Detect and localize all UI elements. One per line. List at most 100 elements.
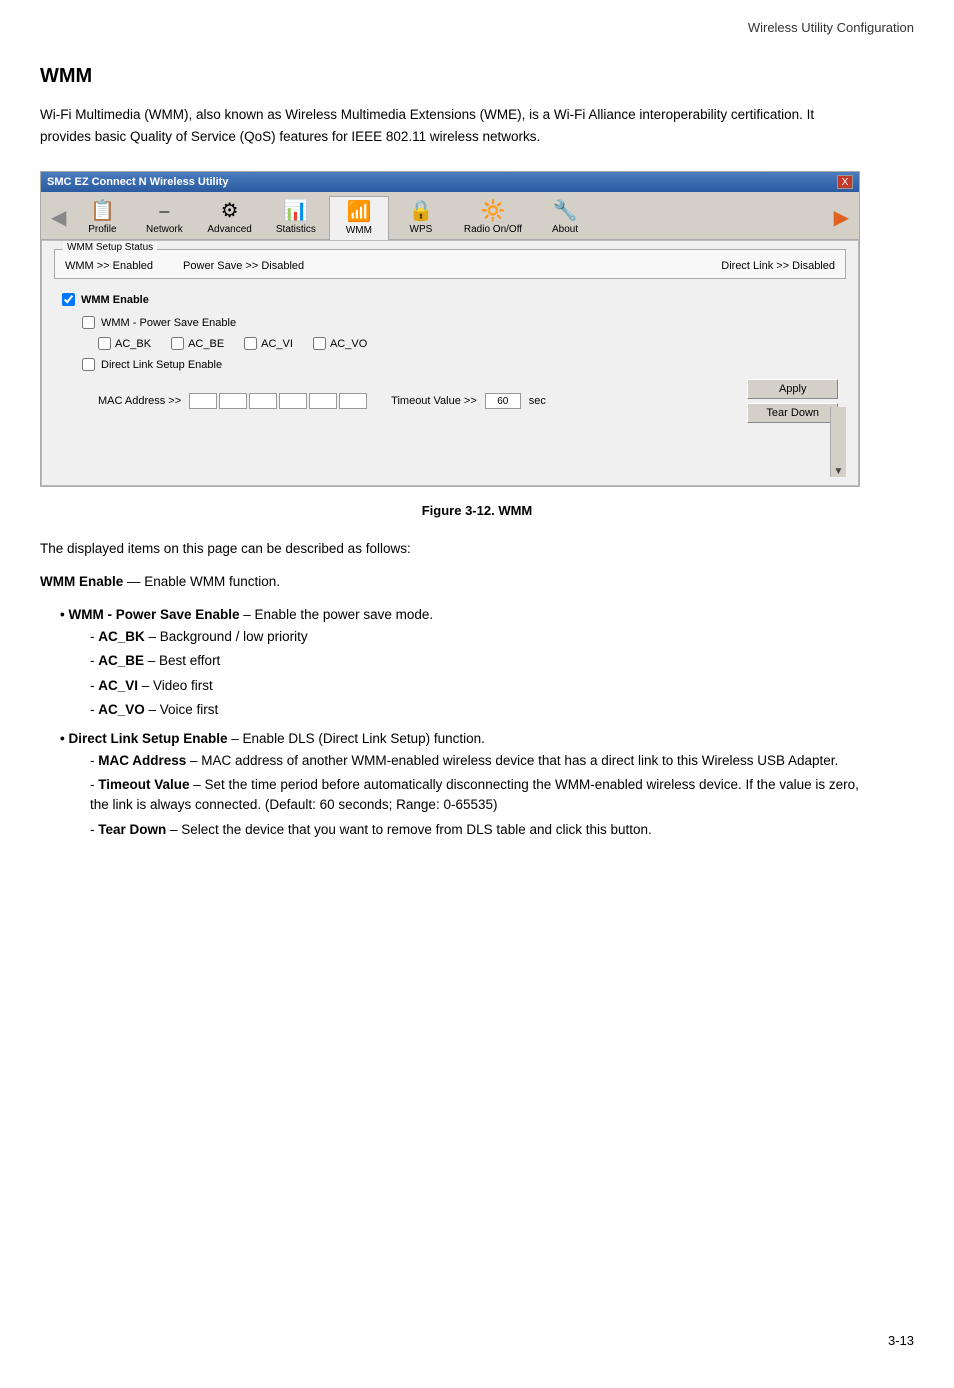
bullet-item-1: Direct Link Setup Enable – Enable DLS (D… bbox=[60, 728, 860, 840]
tab-wmm-label: WMM bbox=[346, 225, 372, 236]
mac-field-3[interactable] bbox=[249, 393, 277, 409]
mac-fields bbox=[189, 393, 367, 409]
tab-advanced-label: Advanced bbox=[207, 224, 251, 235]
status-group-title: WMM Setup Status bbox=[63, 242, 157, 253]
bullet-1-title: Direct Link Setup Enable bbox=[68, 731, 227, 746]
sub-0-1-desc: – Best effort bbox=[144, 653, 220, 668]
statistics-icon: 📊 bbox=[283, 201, 308, 221]
tab-about-label: About bbox=[552, 224, 578, 235]
tab-radio-label: Radio On/Off bbox=[464, 224, 522, 235]
radio-icon: 🔆 bbox=[481, 201, 506, 221]
wmm-enable-checkbox[interactable] bbox=[62, 293, 75, 306]
sub-0-1-title: AC_BE bbox=[98, 653, 144, 668]
direct-link-checkbox[interactable] bbox=[82, 358, 95, 371]
tab-wps-label: WPS bbox=[410, 224, 433, 235]
wmm-power-save-row: WMM - Power Save Enable bbox=[82, 316, 838, 329]
mac-field-1[interactable] bbox=[189, 393, 217, 409]
section-title: WMM bbox=[40, 65, 914, 88]
timeout-unit: sec bbox=[529, 395, 546, 407]
wmm-power-save-label: WMM - Power Save Enable bbox=[101, 317, 236, 329]
sub-1-1-desc: – Set the time period before automatical… bbox=[90, 777, 859, 812]
ac-bk-checkbox[interactable] bbox=[98, 337, 111, 350]
content-area: WMM Setup Status WMM >> Enabled Power Sa… bbox=[41, 240, 859, 486]
ac-vo-label: AC_VO bbox=[330, 338, 367, 350]
close-button[interactable]: X bbox=[837, 175, 853, 189]
wmm-enable-title: WMM Enable bbox=[40, 574, 123, 589]
sub-0-0-title: AC_BK bbox=[98, 629, 145, 644]
tab-profile[interactable]: 📋 Profile bbox=[72, 196, 132, 239]
figure-caption: Figure 3-12. WMM bbox=[40, 503, 914, 518]
sub-0-3-title: AC_VO bbox=[98, 702, 145, 717]
teardown-button[interactable]: Tear Down bbox=[747, 403, 838, 423]
profile-icon: 📋 bbox=[90, 201, 115, 221]
direct-link-status: Direct Link >> Disabled bbox=[721, 260, 835, 272]
apply-button[interactable]: Apply bbox=[747, 379, 838, 399]
ac-vo-checkbox[interactable] bbox=[313, 337, 326, 350]
tab-statistics-label: Statistics bbox=[276, 224, 316, 235]
advanced-icon: ⚙ bbox=[221, 201, 239, 221]
direct-link-row: Direct Link Setup Enable bbox=[82, 358, 838, 371]
mac-field-5[interactable] bbox=[309, 393, 337, 409]
wps-icon: 🔒 bbox=[408, 201, 433, 221]
displayed-items-text: The displayed items on this page can be … bbox=[40, 538, 860, 561]
wmm-status: WMM >> Enabled bbox=[65, 260, 153, 272]
app-titlebar: SMC EZ Connect N Wireless Utility X bbox=[41, 172, 859, 192]
ac-be-checkbox[interactable] bbox=[171, 337, 184, 350]
wmm-enable-desc: WMM Enable — Enable WMM function. bbox=[40, 571, 860, 594]
mac-field-4[interactable] bbox=[279, 393, 307, 409]
mac-field-6[interactable] bbox=[339, 393, 367, 409]
ac-be-label: AC_BE bbox=[188, 338, 224, 350]
ac-vo-item: AC_VO bbox=[313, 337, 367, 350]
tab-wps[interactable]: 🔒 WPS bbox=[391, 196, 451, 239]
ac-row: AC_BK AC_BE AC_VI AC_VO bbox=[98, 337, 838, 350]
header-title: Wireless Utility Configuration bbox=[748, 20, 914, 35]
network-icon: ⎯ bbox=[159, 201, 169, 221]
back-button[interactable]: ◀ bbox=[45, 196, 72, 239]
status-row: WMM >> Enabled Power Save >> Disabled Di… bbox=[65, 260, 835, 272]
wmm-power-save-checkbox[interactable] bbox=[82, 316, 95, 329]
wmm-enable-desc-text: — Enable WMM function. bbox=[127, 574, 280, 589]
about-icon: 🔧 bbox=[553, 201, 578, 221]
sub-0-0: AC_BK – Background / low priority bbox=[90, 627, 860, 647]
tab-network[interactable]: ⎯ Network bbox=[134, 196, 194, 239]
page-number: 3-13 bbox=[888, 1333, 914, 1348]
tab-wmm[interactable]: 📶 WMM bbox=[329, 196, 389, 240]
timeout-label: Timeout Value >> bbox=[391, 395, 477, 407]
ac-vi-checkbox[interactable] bbox=[244, 337, 257, 350]
sub-1-0-title: MAC Address bbox=[98, 753, 186, 768]
sub-1-2-desc: – Select the device that you want to rem… bbox=[166, 822, 652, 837]
ac-bk-item: AC_BK bbox=[98, 337, 151, 350]
ac-bk-label: AC_BK bbox=[115, 338, 151, 350]
sub-1-2: Tear Down – Select the device that you w… bbox=[90, 820, 860, 840]
sub-0-0-desc: – Background / low priority bbox=[145, 629, 308, 644]
tab-statistics[interactable]: 📊 Statistics bbox=[265, 196, 327, 239]
tab-advanced[interactable]: ⚙ Advanced bbox=[196, 196, 262, 239]
buttons-column: Apply Tear Down bbox=[747, 379, 838, 423]
tab-radio-onoff[interactable]: 🔆 Radio On/Off bbox=[453, 196, 533, 239]
bullet-item-0: WMM - Power Save Enable – Enable the pow… bbox=[60, 604, 860, 720]
forward-button[interactable]: ▶ bbox=[828, 196, 855, 239]
sub-1-0: MAC Address – MAC address of another WMM… bbox=[90, 751, 860, 771]
sub-1-0-desc: – MAC address of another WMM-enabled wir… bbox=[186, 753, 838, 768]
bullet-0-desc: – Enable the power save mode. bbox=[240, 607, 434, 622]
ac-be-item: AC_BE bbox=[171, 337, 224, 350]
sub-1-1-title: Timeout Value bbox=[98, 777, 189, 792]
sub-0-1: AC_BE – Best effort bbox=[90, 651, 860, 671]
tab-profile-label: Profile bbox=[88, 224, 116, 235]
sub-list-0: AC_BK – Background / low priority AC_BE … bbox=[90, 627, 860, 720]
tab-about[interactable]: 🔧 About bbox=[535, 196, 595, 239]
sub-0-2-title: AC_VI bbox=[98, 678, 138, 693]
scroll-down-arrow[interactable]: ▼ bbox=[834, 466, 844, 477]
power-save-status: Power Save >> Disabled bbox=[183, 260, 304, 272]
sub-1-2-title: Tear Down bbox=[98, 822, 166, 837]
sub-0-3-desc: – Voice first bbox=[145, 702, 219, 717]
direct-link-label: Direct Link Setup Enable bbox=[101, 359, 222, 371]
mac-field-2[interactable] bbox=[219, 393, 247, 409]
timeout-value-input[interactable] bbox=[485, 393, 521, 409]
app-window: SMC EZ Connect N Wireless Utility X ◀ 📋 … bbox=[40, 171, 860, 487]
app-titlebar-title: SMC EZ Connect N Wireless Utility bbox=[47, 176, 228, 188]
sub-0-2-desc: – Video first bbox=[138, 678, 213, 693]
status-group: WMM Setup Status WMM >> Enabled Power Sa… bbox=[54, 249, 846, 279]
scrollbar[interactable]: ▼ bbox=[830, 407, 846, 477]
sub-0-2: AC_VI – Video first bbox=[90, 676, 860, 696]
